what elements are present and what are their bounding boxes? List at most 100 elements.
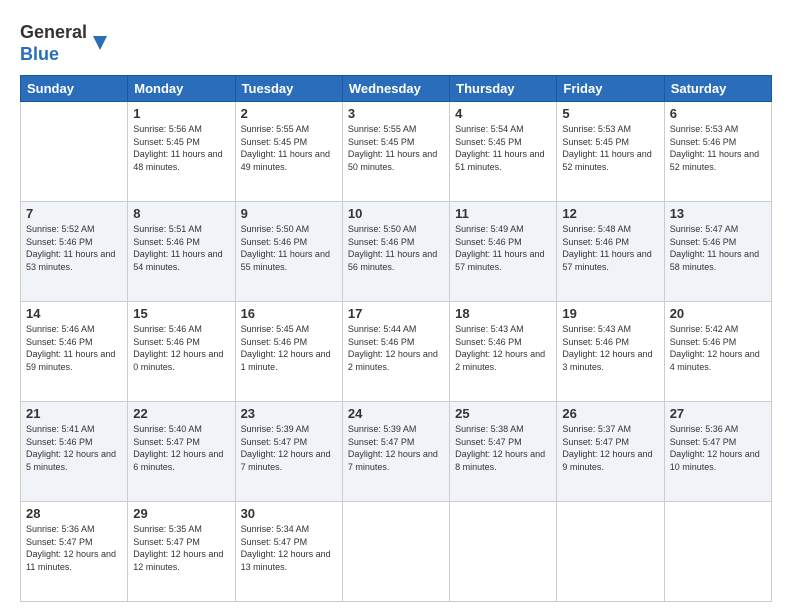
day-info: Sunrise: 5:39 AM Sunset: 5:47 PM Dayligh… (241, 423, 337, 473)
calendar-week-row: 28 Sunrise: 5:36 AM Sunset: 5:47 PM Dayli… (21, 502, 772, 602)
calendar-cell: 15 Sunrise: 5:46 AM Sunset: 5:46 PM Dayli… (128, 302, 235, 402)
calendar-week-row: 7 Sunrise: 5:52 AM Sunset: 5:46 PM Daylig… (21, 202, 772, 302)
day-info: Sunrise: 5:37 AM Sunset: 5:47 PM Dayligh… (562, 423, 658, 473)
day-info: Sunrise: 5:43 AM Sunset: 5:46 PM Dayligh… (455, 323, 551, 373)
day-header-sunday: Sunday (21, 76, 128, 102)
day-number: 17 (348, 306, 444, 321)
calendar-cell: 23Sunrise: 5:39 AM Sunset: 5:47 PM Dayli… (235, 402, 342, 502)
logo: General Blue (20, 18, 111, 65)
page: General Blue SundayMondayTuesdayWednesda… (0, 0, 792, 612)
calendar-cell: 7 Sunrise: 5:52 AM Sunset: 5:46 PM Daylig… (21, 202, 128, 302)
day-number: 25 (455, 406, 551, 421)
day-info: Sunrise: 5:38 AM Sunset: 5:47 PM Dayligh… (455, 423, 551, 473)
day-info: Sunrise: 5:49 AM Sunset: 5:46 PM Dayligh… (455, 223, 551, 273)
calendar-cell: 10Sunrise: 5:50 AM Sunset: 5:46 PM Dayli… (342, 202, 449, 302)
day-number: 4 (455, 106, 551, 121)
day-info: Sunrise: 5:35 AM Sunset: 5:47 PM Dayligh… (133, 523, 229, 573)
day-info: Sunrise: 5:53 AM Sunset: 5:46 PM Dayligh… (670, 123, 766, 173)
calendar-cell (557, 502, 664, 602)
calendar-cell: 5 Sunrise: 5:53 AM Sunset: 5:45 PM Daylig… (557, 102, 664, 202)
day-info: Sunrise: 5:39 AM Sunset: 5:47 PM Dayligh… (348, 423, 444, 473)
day-number: 2 (241, 106, 337, 121)
calendar-cell: 13 Sunrise: 5:47 AM Sunset: 5:46 PM Dayli… (664, 202, 771, 302)
day-number: 3 (348, 106, 444, 121)
calendar-cell: 8Sunrise: 5:51 AM Sunset: 5:46 PM Daylig… (128, 202, 235, 302)
calendar-week-row: 21 Sunrise: 5:41 AM Sunset: 5:46 PM Dayli… (21, 402, 772, 502)
day-info: Sunrise: 5:50 AM Sunset: 5:46 PM Dayligh… (241, 223, 337, 273)
logo-blue: Blue (20, 44, 87, 66)
calendar-cell: 9 Sunrise: 5:50 AM Sunset: 5:46 PM Daylig… (235, 202, 342, 302)
day-number: 13 (670, 206, 766, 221)
day-info: Sunrise: 5:40 AM Sunset: 5:47 PM Dayligh… (133, 423, 229, 473)
day-header-thursday: Thursday (450, 76, 557, 102)
calendar-cell: 30 Sunrise: 5:34 AM Sunset: 5:47 PM Dayli… (235, 502, 342, 602)
calendar-cell: 4 Sunrise: 5:54 AM Sunset: 5:45 PM Daylig… (450, 102, 557, 202)
day-info: Sunrise: 5:52 AM Sunset: 5:46 PM Dayligh… (26, 223, 122, 273)
day-info: Sunrise: 5:41 AM Sunset: 5:46 PM Dayligh… (26, 423, 122, 473)
logo-arrow-icon (89, 32, 111, 54)
day-number: 20 (670, 306, 766, 321)
calendar-cell: 17 Sunrise: 5:44 AM Sunset: 5:46 PM Dayli… (342, 302, 449, 402)
calendar-cell: 12Sunrise: 5:48 AM Sunset: 5:46 PM Dayli… (557, 202, 664, 302)
day-number: 6 (670, 106, 766, 121)
calendar-cell: 16 Sunrise: 5:45 AM Sunset: 5:46 PM Dayli… (235, 302, 342, 402)
day-info: Sunrise: 5:45 AM Sunset: 5:46 PM Dayligh… (241, 323, 337, 373)
day-header-wednesday: Wednesday (342, 76, 449, 102)
day-info: Sunrise: 5:55 AM Sunset: 5:45 PM Dayligh… (241, 123, 337, 173)
day-number: 30 (241, 506, 337, 521)
calendar-cell: 2 Sunrise: 5:55 AM Sunset: 5:45 PM Daylig… (235, 102, 342, 202)
day-number: 21 (26, 406, 122, 421)
calendar-week-row: 1Sunrise: 5:56 AM Sunset: 5:45 PM Daylig… (21, 102, 772, 202)
day-number: 26 (562, 406, 658, 421)
day-number: 22 (133, 406, 229, 421)
calendar-cell: 28 Sunrise: 5:36 AM Sunset: 5:47 PM Dayli… (21, 502, 128, 602)
day-header-friday: Friday (557, 76, 664, 102)
calendar-cell: 22 Sunrise: 5:40 AM Sunset: 5:47 PM Dayli… (128, 402, 235, 502)
calendar-cell: 20 Sunrise: 5:42 AM Sunset: 5:46 PM Dayli… (664, 302, 771, 402)
calendar-cell: 26 Sunrise: 5:37 AM Sunset: 5:47 PM Dayli… (557, 402, 664, 502)
day-info: Sunrise: 5:36 AM Sunset: 5:47 PM Dayligh… (26, 523, 122, 573)
day-info: Sunrise: 5:56 AM Sunset: 5:45 PM Dayligh… (133, 123, 229, 173)
day-number: 9 (241, 206, 337, 221)
day-number: 18 (455, 306, 551, 321)
logo-general: General (20, 22, 87, 44)
day-number: 11 (455, 206, 551, 221)
calendar-cell: 19 Sunrise: 5:43 AM Sunset: 5:46 PM Dayli… (557, 302, 664, 402)
day-header-tuesday: Tuesday (235, 76, 342, 102)
calendar-cell (342, 502, 449, 602)
day-info: Sunrise: 5:34 AM Sunset: 5:47 PM Dayligh… (241, 523, 337, 573)
calendar-cell: 24Sunrise: 5:39 AM Sunset: 5:47 PM Dayli… (342, 402, 449, 502)
calendar-cell: 6 Sunrise: 5:53 AM Sunset: 5:46 PM Daylig… (664, 102, 771, 202)
calendar-cell: 18 Sunrise: 5:43 AM Sunset: 5:46 PM Dayli… (450, 302, 557, 402)
day-number: 12 (562, 206, 658, 221)
day-number: 27 (670, 406, 766, 421)
calendar-cell (664, 502, 771, 602)
calendar-cell (450, 502, 557, 602)
day-info: Sunrise: 5:47 AM Sunset: 5:46 PM Dayligh… (670, 223, 766, 273)
day-info: Sunrise: 5:43 AM Sunset: 5:46 PM Dayligh… (562, 323, 658, 373)
day-number: 8 (133, 206, 229, 221)
day-number: 5 (562, 106, 658, 121)
day-number: 19 (562, 306, 658, 321)
day-header-saturday: Saturday (664, 76, 771, 102)
day-number: 14 (26, 306, 122, 321)
day-number: 15 (133, 306, 229, 321)
day-number: 7 (26, 206, 122, 221)
day-info: Sunrise: 5:53 AM Sunset: 5:45 PM Dayligh… (562, 123, 658, 173)
calendar-header-row: SundayMondayTuesdayWednesdayThursdayFrid… (21, 76, 772, 102)
day-number: 28 (26, 506, 122, 521)
day-number: 16 (241, 306, 337, 321)
day-info: Sunrise: 5:44 AM Sunset: 5:46 PM Dayligh… (348, 323, 444, 373)
day-number: 10 (348, 206, 444, 221)
calendar-cell: 27Sunrise: 5:36 AM Sunset: 5:47 PM Dayli… (664, 402, 771, 502)
day-info: Sunrise: 5:46 AM Sunset: 5:46 PM Dayligh… (133, 323, 229, 373)
day-info: Sunrise: 5:42 AM Sunset: 5:46 PM Dayligh… (670, 323, 766, 373)
calendar-cell: 1Sunrise: 5:56 AM Sunset: 5:45 PM Daylig… (128, 102, 235, 202)
day-header-monday: Monday (128, 76, 235, 102)
calendar-cell: 25 Sunrise: 5:38 AM Sunset: 5:47 PM Dayli… (450, 402, 557, 502)
day-info: Sunrise: 5:55 AM Sunset: 5:45 PM Dayligh… (348, 123, 444, 173)
calendar-cell (21, 102, 128, 202)
calendar-week-row: 14 Sunrise: 5:46 AM Sunset: 5:46 PM Dayli… (21, 302, 772, 402)
calendar-cell: 29Sunrise: 5:35 AM Sunset: 5:47 PM Dayli… (128, 502, 235, 602)
day-info: Sunrise: 5:54 AM Sunset: 5:45 PM Dayligh… (455, 123, 551, 173)
